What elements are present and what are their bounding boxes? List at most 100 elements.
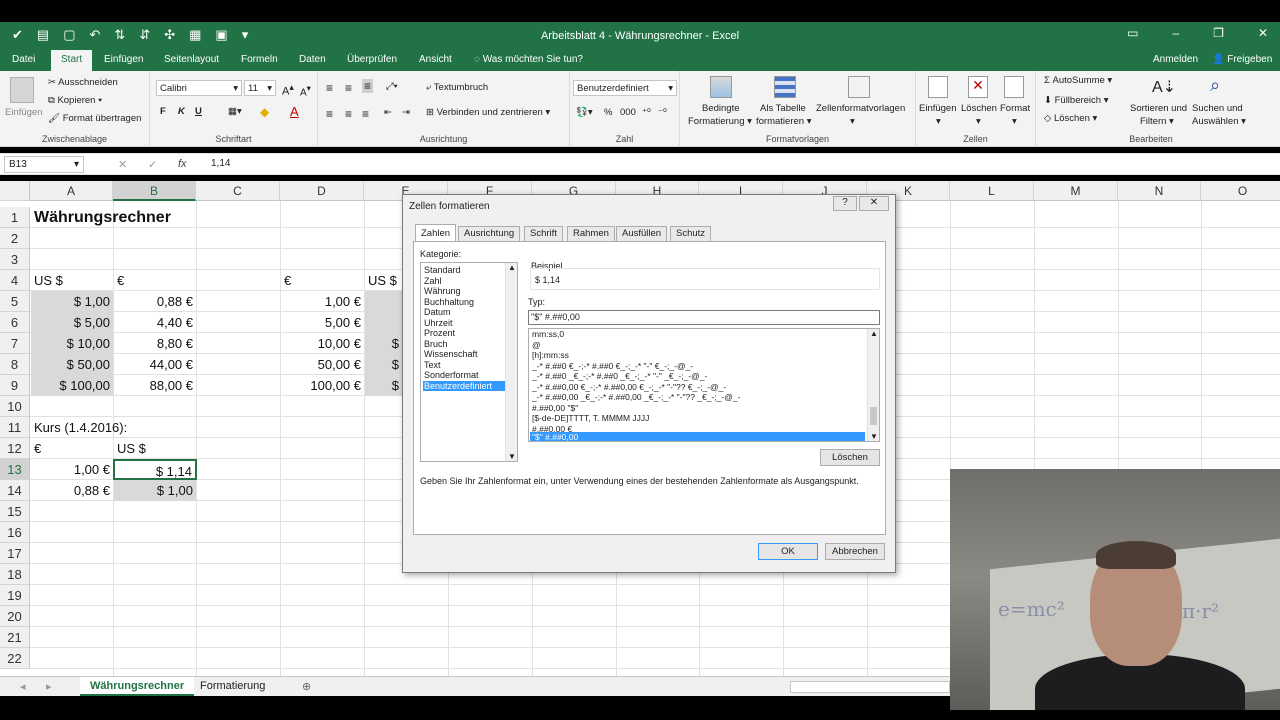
cell-a4[interactable]: US $	[31, 270, 113, 291]
category-item[interactable]: Standard	[423, 265, 505, 276]
format-code-item[interactable]: mm:ss,0	[530, 329, 865, 340]
delete-format-button[interactable]: Löschen	[820, 449, 880, 466]
sort-filter-label-2[interactable]: Filtern ▾	[1140, 116, 1174, 127]
cond-format-label-1[interactable]: Bedingte	[702, 103, 740, 114]
font-color-icon[interactable]: A	[290, 104, 299, 119]
find-label-1[interactable]: Suchen und	[1192, 103, 1243, 114]
cell-b8[interactable]: 44,00 €	[114, 354, 196, 375]
category-item[interactable]: Text	[423, 360, 505, 371]
font-size-select[interactable]: 11 ▾	[244, 80, 276, 96]
row-header-21[interactable]: 21	[0, 627, 30, 648]
search-icon[interactable]: ⌕	[1210, 75, 1220, 96]
format-code-item[interactable]: _-* #.##0,00 €_-;-* #.##0,00 €_-;_-* "-"…	[530, 382, 865, 393]
add-sheet-icon[interactable]: ⊕	[292, 677, 321, 696]
row-header-8[interactable]: 8	[0, 354, 30, 375]
dialog-tab-zahlen[interactable]: Zahlen	[415, 224, 457, 242]
chevron-down-icon[interactable]: ▾	[976, 116, 981, 127]
category-item[interactable]: Buchhaltung	[423, 297, 505, 308]
number-format-select[interactable]: Benutzerdefiniert ▾	[573, 80, 677, 96]
bold-button[interactable]: F	[160, 106, 166, 117]
column-header-b[interactable]: B	[113, 181, 196, 201]
row-header-6[interactable]: 6	[0, 312, 30, 333]
format-code-item[interactable]: #.##0,00 "$"	[530, 403, 865, 414]
column-header-c[interactable]: C	[196, 181, 280, 201]
fill-button[interactable]: ⬇ Füllbereich ▾	[1044, 95, 1109, 106]
sheet-tab-waehrungsrechner[interactable]: Währungsrechner	[80, 677, 195, 696]
format-code-item[interactable]: _-* #.##0,00 _€_-;-* #.##0,00 _€_-;_-* "…	[530, 392, 865, 403]
underline-button[interactable]: U	[195, 106, 202, 117]
tab-einfuegen[interactable]: Einfügen	[104, 54, 143, 65]
row-header-20[interactable]: 20	[0, 606, 30, 627]
column-header-m[interactable]: M	[1034, 181, 1118, 201]
tab-ueberpruefen[interactable]: Überprüfen	[347, 54, 397, 65]
cell-a5[interactable]: $ 1,00	[31, 291, 113, 312]
indent-increase-icon[interactable]: ⇥	[402, 107, 410, 118]
row-header-22[interactable]: 22	[0, 648, 30, 669]
italic-button[interactable]: K	[178, 106, 185, 117]
format-painter-button[interactable]: 🖌 Format übertragen	[48, 113, 141, 124]
paste-label[interactable]: Einfügen	[5, 107, 43, 118]
insert-cells-label[interactable]: Einfügen	[919, 103, 957, 114]
format-code-item-selected[interactable]: "$" #.##0,00	[530, 432, 865, 441]
cell-a7[interactable]: $ 10,00	[31, 333, 113, 354]
formula-input[interactable]: 1,14	[211, 158, 230, 169]
sheet-prev-icon[interactable]: ◂	[10, 677, 36, 696]
cell-d7[interactable]: 10,00 €	[281, 333, 364, 354]
row-header-3[interactable]: 3	[0, 249, 30, 270]
dialog-close-button[interactable]: ✕	[859, 196, 889, 211]
column-header-o[interactable]: O	[1201, 181, 1280, 201]
row-header-7[interactable]: 7	[0, 333, 30, 354]
dialog-tab-ausrichtung[interactable]: Ausrichtung	[458, 226, 521, 241]
category-scrollbar[interactable]: ▲ ▼	[505, 263, 517, 461]
cell-b4[interactable]: €	[114, 270, 196, 291]
help-button[interactable]: ?	[833, 196, 857, 211]
align-center-icon[interactable]: ≡	[345, 107, 352, 121]
cancel-button[interactable]: Abbrechen	[825, 543, 885, 560]
format-code-item[interactable]: _-* #.##0 _€_-;-* #.##0 _€_-;_-* "-" _€_…	[530, 371, 865, 382]
sheet-next-icon[interactable]: ▸	[36, 677, 62, 696]
indent-decrease-icon[interactable]: ⇤	[384, 107, 392, 118]
cell-e5[interactable]	[365, 291, 402, 312]
sheet-tab-formatierung[interactable]: Formatierung	[190, 677, 275, 696]
cell-b6[interactable]: 4,40 €	[114, 312, 196, 333]
font-name-select[interactable]: Calibri ▾	[156, 80, 242, 96]
cell-a14[interactable]: 0,88 €	[31, 480, 113, 501]
signin-link[interactable]: Anmelden	[1153, 54, 1198, 65]
borders-button[interactable]: ▦▾	[228, 106, 242, 117]
delete-cells-icon[interactable]: ✕	[968, 76, 988, 98]
tab-seitenlayout[interactable]: Seitenlayout	[164, 54, 219, 65]
increase-decimal-icon[interactable]: ⁺⁰	[642, 107, 651, 118]
name-box[interactable]: B13 ▾	[4, 156, 84, 173]
cell-a12[interactable]: €	[31, 438, 113, 459]
scroll-down-icon[interactable]: ▼	[870, 432, 878, 441]
category-item[interactable]: Währung	[423, 286, 505, 297]
row-header-13[interactable]: 13	[0, 459, 30, 480]
as-table-label-1[interactable]: Als Tabelle	[760, 103, 806, 114]
cell-d5[interactable]: 1,00 €	[281, 291, 364, 312]
category-item[interactable]: Bruch	[423, 339, 505, 350]
cell-a8[interactable]: $ 50,00	[31, 354, 113, 375]
tab-datei[interactable]: Datei	[12, 54, 35, 65]
row-header-18[interactable]: 18	[0, 564, 30, 585]
decrease-decimal-icon[interactable]: ⁻⁰	[658, 107, 667, 118]
clear-button[interactable]: ◇ Löschen ▾	[1044, 113, 1097, 124]
category-item[interactable]: Prozent	[423, 328, 505, 339]
cell-d6[interactable]: 5,00 €	[281, 312, 364, 333]
accounting-icon[interactable]: 💱▾	[576, 107, 593, 118]
format-as-table-icon[interactable]	[774, 76, 796, 98]
format-code-list[interactable]: mm:ss,0 @ [h]:mm:ss _-* #.##0 €_-;-* #.#…	[528, 328, 880, 442]
select-all-corner[interactable]	[0, 181, 30, 201]
ok-button[interactable]: OK	[758, 543, 818, 560]
scroll-down-icon[interactable]: ▼	[508, 452, 516, 461]
thousands-icon[interactable]: 000	[620, 107, 636, 118]
align-top-icon[interactable]: ≡	[326, 81, 333, 95]
category-item[interactable]: Datum	[423, 307, 505, 318]
close-window-icon[interactable]: ✕	[1258, 26, 1268, 40]
enter-icon[interactable]: ✓	[148, 158, 157, 171]
cancel-icon[interactable]: ✕	[118, 158, 127, 171]
cell-d9[interactable]: 100,00 €	[281, 375, 364, 396]
format-code-item[interactable]: @	[530, 340, 865, 351]
cell-a11[interactable]: Kurs (1.4.2016):	[31, 417, 196, 438]
align-middle-icon[interactable]: ≡	[345, 81, 352, 95]
function-icon[interactable]: fx	[178, 158, 187, 170]
